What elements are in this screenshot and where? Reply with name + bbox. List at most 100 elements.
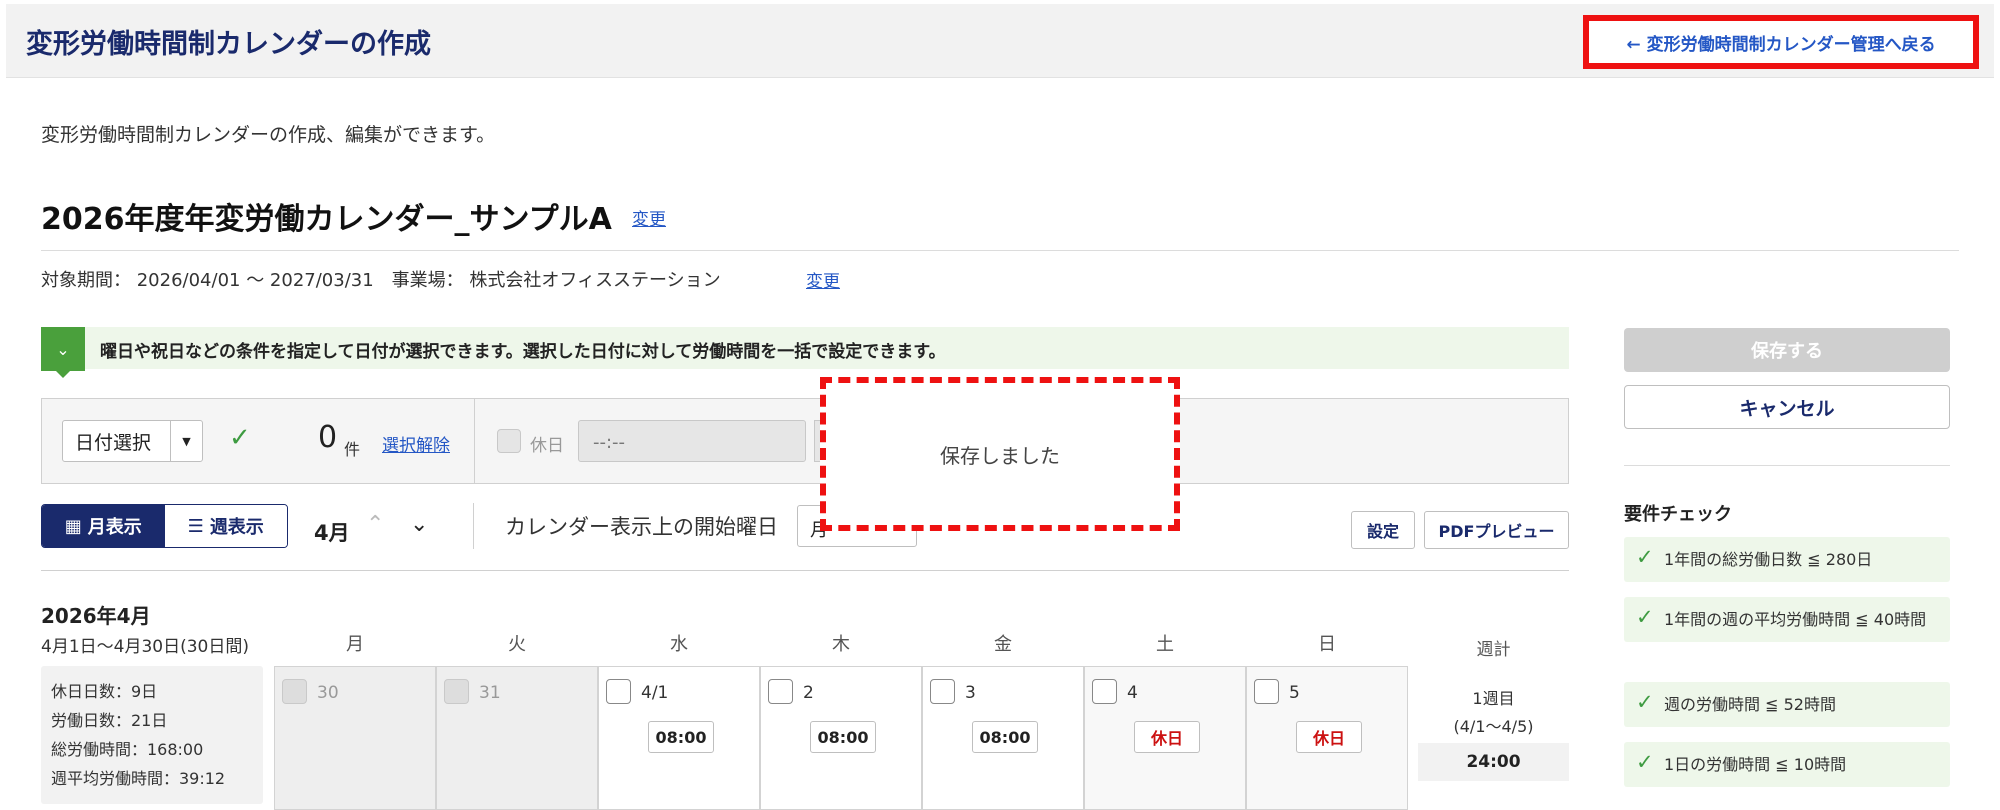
page-title: 変形労働時間制カレンダーの作成 <box>26 29 431 60</box>
selected-count-unit: 件 <box>344 440 361 459</box>
holiday-button[interactable]: 休日 <box>1296 721 1362 753</box>
weekday-header: 金 <box>994 634 1012 655</box>
calendar-name: 2026年度年変労働カレンダー_サンプルA <box>41 202 612 237</box>
day-checkbox[interactable] <box>1092 679 1117 704</box>
page-description: 変形労働時間制カレンダーの作成、編集ができます。 <box>41 124 496 146</box>
work-time-button[interactable]: 08:00 <box>648 721 714 753</box>
month-stats: 休日日数：9日 労働日数：21日 総労働時間：168:00 週平均労働時間：39… <box>41 666 263 804</box>
day-number: 31 <box>479 683 501 703</box>
day-number: 2 <box>803 683 814 703</box>
day-number: 4/1 <box>641 683 669 703</box>
calendar-day-cell: 30 <box>274 666 436 810</box>
check-icon: ✓ <box>1636 605 1654 629</box>
month-title: 2026年4月 <box>41 604 151 628</box>
list-icon: ☰ <box>187 515 204 537</box>
requirement-text: 週の労働時間 ≦ 52時間 <box>1664 695 1836 714</box>
stat-workdays: 労働日数：21日 <box>51 711 168 730</box>
check-icon: ✓ <box>1636 750 1654 774</box>
week-total-header: 週計 <box>1476 640 1511 660</box>
requirements-title: 要件チェック <box>1624 504 1732 525</box>
requirement-item: ✓ 週の労働時間 ≦ 52時間 <box>1624 682 1950 727</box>
notice-toggle-button[interactable]: ⌄ <box>41 327 85 371</box>
requirement-text: 1年間の総労働日数 ≦ 280日 <box>1664 550 1873 569</box>
calendar-day-cell[interactable]: 4/1 08:00 <box>598 666 760 810</box>
week-total: 24:00 <box>1418 743 1569 781</box>
month-view-button[interactable]: ▦ 月表示 <box>42 505 165 547</box>
period-info: 対象期間： 2026/04/01 ～ 2027/03/31 事業場： 株式会社オ… <box>41 270 721 291</box>
work-time-input[interactable]: --:-- <box>578 420 806 462</box>
start-day-label: カレンダー表示上の開始曜日 <box>505 515 778 539</box>
day-checkbox <box>444 679 469 704</box>
check-icon[interactable]: ✓ <box>229 423 251 453</box>
week-range: (4/1～4/5) <box>1453 717 1534 736</box>
settings-button[interactable]: 設定 <box>1351 511 1415 549</box>
holiday-label: 休日 <box>530 436 564 456</box>
divider <box>41 250 1959 251</box>
calendar-day-cell: 31 <box>436 666 598 810</box>
save-button[interactable]: 保存する <box>1624 328 1950 372</box>
weekday-header: 月 <box>346 634 364 655</box>
calendar-icon: ▦ <box>64 515 82 537</box>
weekday-header: 土 <box>1156 634 1174 655</box>
day-number: 4 <box>1127 683 1138 703</box>
selected-count: 0 <box>318 420 338 455</box>
calendar-day-cell[interactable]: 3 08:00 <box>922 666 1084 810</box>
weekday-header: 火 <box>508 634 526 655</box>
toast-message: 保存しました <box>940 443 1060 468</box>
caret-down-icon: ▼ <box>170 421 202 461</box>
calendar-day-cell[interactable]: 5 休日 <box>1246 666 1408 810</box>
notice-toggle-pointer <box>53 368 73 378</box>
day-checkbox[interactable] <box>1254 679 1279 704</box>
day-checkbox[interactable] <box>768 679 793 704</box>
day-number: 30 <box>317 683 339 703</box>
month-range: 4月1日～4月30日(30日間) <box>41 637 249 657</box>
current-month: 4月 <box>314 521 350 545</box>
divider <box>41 570 1569 571</box>
deselect-link[interactable]: 選択解除 <box>382 431 450 456</box>
save-success-toast: 保存しました <box>820 377 1180 531</box>
back-to-management-link[interactable]: ← 変形労働時間制カレンダー管理へ戻る <box>1583 15 1979 69</box>
cancel-button[interactable]: キャンセル <box>1624 385 1950 429</box>
month-view-label: 月表示 <box>87 517 142 538</box>
stat-total-hours: 総労働時間：168:00 <box>51 740 204 759</box>
notice-text: 曜日や祝日などの条件を指定して日付が選択できます。選択した日付に対して労働時間を… <box>100 342 946 362</box>
chevron-down-icon: ⌄ <box>56 339 70 359</box>
day-number: 5 <box>1289 683 1300 703</box>
previous-month-chevron-up-icon[interactable]: ⌃ <box>366 512 384 537</box>
holiday-button[interactable]: 休日 <box>1134 721 1200 753</box>
calendar-day-cell[interactable]: 4 休日 <box>1084 666 1246 810</box>
requirement-item: ✓ 1日の労働時間 ≦ 10時間 <box>1624 742 1950 787</box>
work-time-button[interactable]: 08:00 <box>972 721 1038 753</box>
weekday-header: 日 <box>1318 634 1336 655</box>
requirement-item: ✓ 1年間の総労働日数 ≦ 280日 <box>1624 537 1950 582</box>
week-view-button[interactable]: ☰ 週表示 <box>164 505 287 547</box>
week-label: 1週目 (4/1～4/5) <box>1418 685 1569 741</box>
week-number: 1週目 <box>1472 689 1515 708</box>
day-checkbox[interactable] <box>606 679 631 704</box>
pdf-preview-button[interactable]: PDFプレビュー <box>1424 511 1569 549</box>
check-icon: ✓ <box>1636 690 1654 714</box>
divider <box>1624 465 1950 466</box>
day-number: 3 <box>965 683 976 703</box>
calendar-name-change-link[interactable]: 変更 <box>632 205 666 230</box>
requirement-text: 1日の労働時間 ≦ 10時間 <box>1664 755 1847 774</box>
calendar-day-cell[interactable]: 2 08:00 <box>760 666 922 810</box>
holiday-checkbox[interactable] <box>497 429 521 453</box>
requirement-item: ✓ 1年間の週の平均労働時間 ≦ 40時間 <box>1624 597 1950 642</box>
view-divider <box>473 503 474 549</box>
date-select-dropdown[interactable]: 日付選択 ▼ <box>62 420 203 462</box>
stat-holidays: 休日日数：9日 <box>51 682 158 701</box>
work-time-button[interactable]: 08:00 <box>810 721 876 753</box>
stat-weekly-average: 週平均労働時間：39:12 <box>51 769 226 788</box>
toolbar-divider <box>474 398 475 484</box>
weekday-header: 木 <box>832 634 850 655</box>
day-checkbox[interactable] <box>930 679 955 704</box>
date-select-label: 日付選択 <box>75 431 152 454</box>
requirement-text: 1年間の週の平均労働時間 ≦ 40時間 <box>1664 610 1927 629</box>
check-icon: ✓ <box>1636 545 1654 569</box>
next-month-chevron-down-icon[interactable]: ⌄ <box>410 512 428 537</box>
view-toggle-group: ▦ 月表示 ☰ 週表示 <box>41 504 288 548</box>
period-change-link[interactable]: 変更 <box>806 267 840 292</box>
back-link-label: ← 変形労働時間制カレンダー管理へ戻る <box>1626 34 1936 55</box>
day-checkbox <box>282 679 307 704</box>
